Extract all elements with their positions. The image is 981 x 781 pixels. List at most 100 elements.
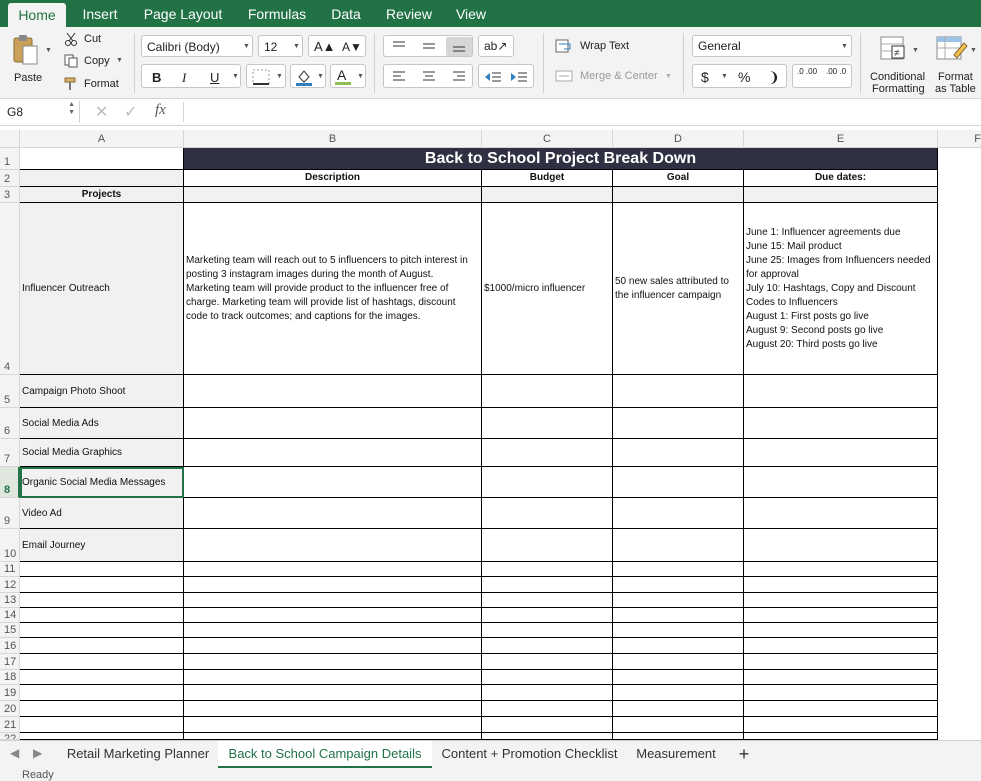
empty-cell[interactable] [613, 562, 744, 577]
empty-cell[interactable] [20, 717, 184, 733]
project-name[interactable]: Email Journey [20, 529, 184, 562]
header-projects[interactable]: Projects [20, 187, 184, 203]
empty-cell[interactable] [613, 608, 744, 623]
row-header[interactable]: 17 [0, 654, 20, 670]
row-header[interactable]: 16 [0, 638, 20, 654]
font-color-button[interactable]: A ▼ [330, 64, 366, 88]
row-header[interactable]: 21 [0, 717, 20, 733]
column-header-c[interactable]: C [482, 130, 613, 148]
empty-cell[interactable] [613, 623, 744, 638]
sheet-tab-content-promotion[interactable]: Content + Promotion Checklist [432, 741, 627, 768]
empty-cell[interactable] [184, 654, 482, 670]
empty-cell[interactable] [482, 654, 613, 670]
conditional-formatting-button[interactable]: ≠ ▼ Conditional Formatting [866, 31, 930, 95]
empty-cell[interactable] [20, 608, 184, 623]
empty-cell[interactable] [744, 562, 938, 577]
empty-cell[interactable] [20, 654, 184, 670]
cell-d3[interactable] [613, 187, 744, 203]
empty-cell[interactable] [744, 375, 938, 408]
tab-formulas[interactable]: Formulas [240, 0, 314, 27]
empty-cell[interactable] [184, 623, 482, 638]
row-header[interactable]: 6 [0, 408, 20, 439]
fill-color-button[interactable]: ▼ [290, 64, 326, 88]
cell-b3[interactable] [184, 187, 482, 203]
name-box-stepper-icon[interactable]: ▲ ▼ [68, 101, 75, 117]
empty-cell[interactable] [482, 562, 613, 577]
empty-cell[interactable] [482, 670, 613, 685]
empty-cell[interactable] [184, 562, 482, 577]
empty-cell[interactable] [184, 717, 482, 733]
align-middle-icon[interactable] [422, 40, 436, 52]
empty-cell[interactable] [744, 467, 938, 498]
empty-cell[interactable] [482, 529, 613, 562]
empty-cell[interactable] [184, 685, 482, 701]
align-center-icon[interactable] [422, 70, 436, 84]
sheet-tab-back-to-school[interactable]: Back to School Campaign Details [218, 741, 432, 768]
project-name-selected[interactable]: Organic Social Media Messages [20, 467, 184, 498]
empty-cell[interactable] [613, 577, 744, 593]
font-name-select[interactable]: Calibri (Body) ▼ [141, 35, 253, 57]
row-header[interactable]: 13 [0, 593, 20, 608]
row-header[interactable]: 4 [0, 203, 20, 375]
empty-cell[interactable] [482, 623, 613, 638]
row-header[interactable]: 12 [0, 577, 20, 593]
empty-cell[interactable] [744, 733, 938, 740]
empty-cell[interactable] [482, 638, 613, 654]
tab-page-layout[interactable]: Page Layout [138, 0, 228, 27]
empty-cell[interactable] [482, 408, 613, 439]
empty-cell[interactable] [482, 593, 613, 608]
column-header-a[interactable]: A [20, 130, 184, 148]
empty-cell[interactable] [482, 577, 613, 593]
empty-cell[interactable] [482, 717, 613, 733]
project-description[interactable]: Marketing team will reach out to 5 influ… [184, 203, 482, 375]
decrease-indent-icon[interactable] [484, 70, 502, 84]
empty-cell[interactable] [482, 375, 613, 408]
italic-button[interactable]: I [182, 70, 186, 86]
empty-cell[interactable] [613, 717, 744, 733]
empty-cell[interactable] [744, 701, 938, 717]
empty-cell[interactable] [20, 670, 184, 685]
empty-cell[interactable] [184, 439, 482, 467]
empty-cell[interactable] [482, 733, 613, 740]
row-header[interactable]: 2 [0, 170, 20, 187]
wrap-text-button[interactable]: Wrap Text [553, 37, 643, 57]
orientation-button[interactable]: ab↗ [478, 35, 514, 57]
add-sheet-button[interactable]: + [725, 741, 763, 768]
increase-decimal-button[interactable]: .0 .00 [797, 67, 819, 76]
tab-view[interactable]: View [450, 0, 492, 27]
cell-a2[interactable] [20, 170, 184, 187]
row-header[interactable]: 15 [0, 623, 20, 638]
empty-cell[interactable] [613, 654, 744, 670]
empty-cell[interactable] [744, 529, 938, 562]
empty-cell[interactable] [184, 670, 482, 685]
empty-cell[interactable] [184, 408, 482, 439]
increase-font-icon[interactable]: A▲ [314, 39, 336, 54]
cell-e3[interactable] [744, 187, 938, 203]
function-icon[interactable]: fx [155, 102, 166, 119]
row-header[interactable]: 7 [0, 439, 20, 467]
tab-data[interactable]: Data [326, 0, 366, 27]
project-budget[interactable]: $1000/micro influencer [482, 203, 613, 375]
decrease-font-icon[interactable]: A▼ [342, 40, 362, 54]
font-grow-shrink[interactable]: A▲ A▼ [308, 35, 366, 57]
bold-button[interactable]: B [152, 70, 161, 85]
header-budget[interactable]: Budget [482, 170, 613, 187]
cell-c3[interactable] [482, 187, 613, 203]
tab-home[interactable]: Home [8, 3, 66, 27]
empty-cell[interactable] [20, 733, 184, 740]
empty-cell[interactable] [613, 375, 744, 408]
empty-cell[interactable] [613, 529, 744, 562]
empty-cell[interactable] [20, 685, 184, 701]
tab-review[interactable]: Review [380, 0, 438, 27]
empty-cell[interactable] [184, 638, 482, 654]
comma-style-button[interactable]: ❩ [768, 69, 780, 86]
empty-cell[interactable] [184, 577, 482, 593]
empty-cell[interactable] [744, 439, 938, 467]
copy-button[interactable]: Copy ▼ [62, 53, 132, 71]
project-due-dates[interactable]: June 1: Influencer agreements due June 1… [744, 203, 938, 375]
empty-cell[interactable] [20, 562, 184, 577]
empty-cell[interactable] [613, 467, 744, 498]
align-left-icon[interactable] [392, 70, 406, 84]
project-goal[interactable]: 50 new sales attributed to the influence… [613, 203, 744, 375]
header-goal[interactable]: Goal [613, 170, 744, 187]
